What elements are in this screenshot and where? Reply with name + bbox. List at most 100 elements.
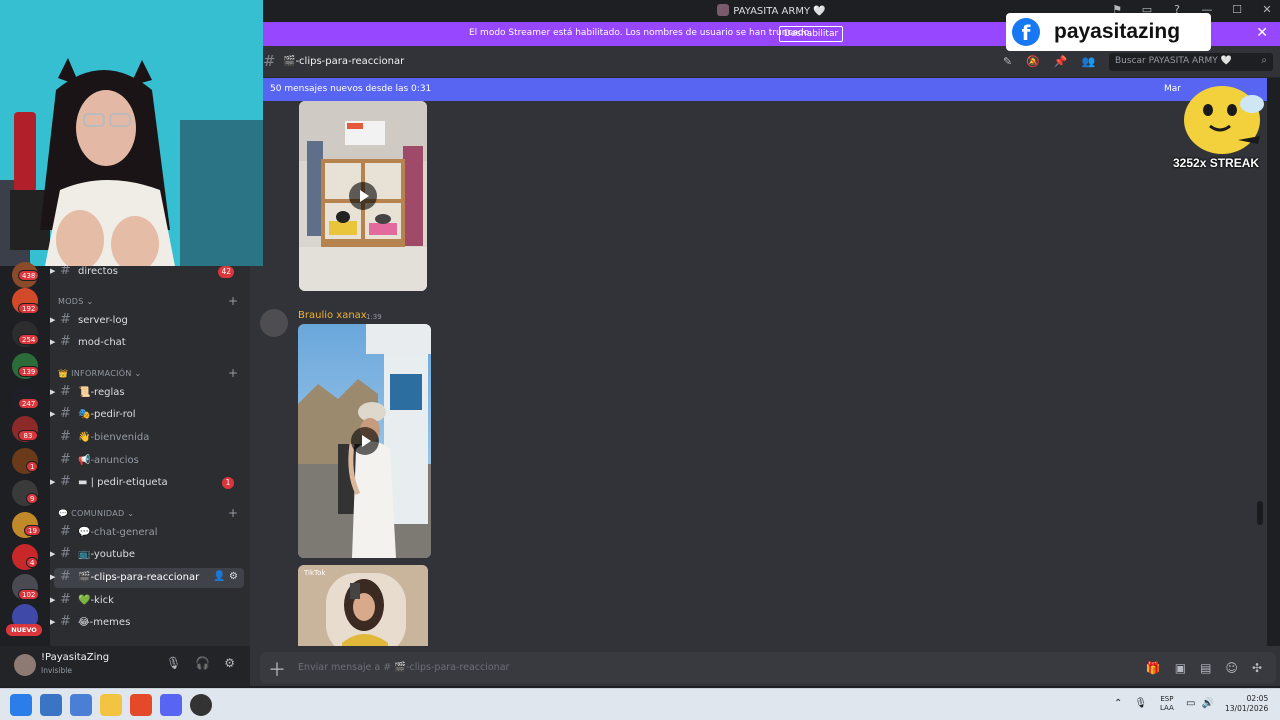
category-mods[interactable]: MODS ⌄ + [58, 294, 238, 308]
message-placeholder: Enviar mensaje a # 🎬-clips-para-reaccion… [298, 662, 510, 673]
file-explorer-icon[interactable] [100, 694, 122, 716]
server-badge: 9 [26, 493, 39, 504]
channel-item[interactable]: ▶ # 📜-reglas [50, 383, 244, 403]
facebook-icon: f [1012, 18, 1040, 46]
channel-item[interactable]: ▶ # 💚-kick [50, 591, 244, 611]
channel-item[interactable]: # 💬-chat-general [54, 523, 244, 543]
desktop-icon[interactable] [70, 694, 92, 716]
microphone-icon[interactable]: 🎙 [1134, 698, 1147, 709]
server-icon [717, 4, 730, 16]
category-community[interactable]: 💬 COMUNIDAD ⌄ + [58, 506, 238, 520]
category-info[interactable]: 👑 INFORMACIÓN ⌄ + [58, 366, 238, 380]
hash-icon: # [60, 592, 71, 607]
windows-start-icon[interactable] [10, 694, 32, 716]
pin-icon[interactable]: 📌 [1054, 55, 1068, 68]
channel-item[interactable]: ▶ # mod-chat [50, 333, 244, 353]
hash-icon: # [60, 406, 71, 421]
video-attachment[interactable] [299, 101, 427, 291]
channel-item[interactable]: ▶ # 📺-youtube [50, 545, 244, 565]
channel-label: 🎭-pedir-rol [78, 409, 136, 420]
gif-icon[interactable]: ▣ [1175, 661, 1186, 675]
channel-label: 😂-memes [78, 617, 131, 628]
facebook-handle: payasitazing [1054, 20, 1181, 43]
chevron-right-icon: ▶ [50, 478, 56, 486]
play-icon[interactable] [350, 427, 379, 455]
disable-streamer-button[interactable]: Deshabilitar [779, 26, 843, 42]
add-channel-icon[interactable]: + [228, 294, 238, 308]
channel-item[interactable]: ▶ # 😂-memes [50, 613, 244, 633]
headphones-icon[interactable]: 🎧 [195, 656, 210, 670]
avatar[interactable] [260, 309, 288, 337]
channel-item[interactable]: ▶ # server-log [50, 311, 244, 331]
chevron-right-icon: ▶ [50, 316, 56, 324]
server-badge: 102 [18, 589, 40, 600]
invite-icon[interactable]: 👤 [213, 571, 225, 582]
search-placeholder: Buscar PAYASITA ARMY 🤍 [1115, 56, 1232, 66]
chevron-up-icon[interactable]: ⌃ [1114, 698, 1122, 709]
chevron-right-icon: ▶ [50, 410, 56, 418]
streak-overlay: 3252x STREAK [1168, 80, 1274, 176]
hash-icon: # [60, 546, 71, 561]
server-badge: 1 [26, 461, 39, 472]
chevron-right-icon: ▶ [50, 338, 56, 346]
server-rail: 438 192 254 139 247 83 1 9 19 4 102 NUEV… [0, 262, 50, 646]
channel-item[interactable]: ▶ # ▬ | pedir-etiqueta 1 [50, 473, 244, 493]
chevron-right-icon: ▶ [50, 388, 56, 396]
video-attachment[interactable] [298, 324, 431, 558]
threads-icon[interactable]: ✎ [1003, 55, 1012, 68]
task-view-icon[interactable] [40, 694, 62, 716]
channel-label: 📢-anuncios [78, 455, 139, 466]
network-icon[interactable]: ▭ [1186, 698, 1195, 709]
channel-item[interactable]: # 👋-bienvenida [54, 428, 244, 448]
channel-label: mod-chat [78, 337, 126, 348]
user-status: Invisible [41, 666, 72, 675]
avatar[interactable] [14, 654, 36, 676]
maximize-button[interactable]: ☐ [1230, 3, 1244, 16]
apps-icon[interactable]: ✣ [1252, 661, 1262, 675]
gear-icon[interactable]: ⚙ [224, 656, 235, 670]
streak-label: 3252x STREAK [1173, 156, 1260, 170]
video-attachment[interactable]: TikTok [298, 565, 428, 646]
scrollbar[interactable] [1257, 501, 1263, 525]
language-indicator[interactable]: ESP LAA [1160, 695, 1174, 713]
discord-icon[interactable] [160, 694, 182, 716]
add-channel-icon[interactable]: + [228, 366, 238, 380]
language-code: ESP [1160, 695, 1174, 703]
notifications-icon[interactable]: 🔕 [1026, 55, 1040, 68]
channel-item[interactable]: # 📢-anuncios [54, 451, 244, 471]
close-window-button[interactable]: ✕ [1260, 3, 1274, 16]
close-banner-icon[interactable]: ✕ [1256, 25, 1268, 41]
brave-browser-icon[interactable] [130, 694, 152, 716]
add-channel-icon[interactable]: + [228, 506, 238, 520]
channel-label: server-log [78, 315, 128, 326]
settings-icon[interactable]: ⚙ [229, 571, 238, 582]
server-badge: 19 [24, 525, 41, 536]
add-attachment-icon[interactable]: ＋ [268, 656, 286, 682]
username[interactable]: !PayasitaZing [41, 652, 109, 663]
new-messages-bar[interactable]: 50 mensajes nuevos desde las 0:31 Mar [263, 78, 1267, 101]
server-badge: 192 [18, 303, 40, 314]
members-icon[interactable]: 👥 [1082, 55, 1096, 68]
clock-time: 02:05 [1246, 694, 1269, 703]
channel-item-selected[interactable]: ▶ # 🎬-clips-para-reaccionar 👤 ⚙ [50, 568, 244, 588]
microphone-icon[interactable]: 🎙 [166, 656, 181, 670]
channel-item[interactable]: ▶ # directos 42 [50, 266, 244, 282]
webcam-overlay [0, 0, 263, 266]
emoji-icon[interactable]: ☺ [1225, 661, 1238, 675]
volume-icon[interactable]: 🔊 [1201, 698, 1213, 709]
server-badge: 139 [18, 366, 40, 377]
hash-icon: # [60, 266, 71, 278]
search-icon: ⌕ [1261, 55, 1267, 66]
obs-icon[interactable] [190, 694, 212, 716]
message-author[interactable]: Braulio xanax [298, 310, 367, 321]
search-input[interactable]: Buscar PAYASITA ARMY 🤍 ⌕ [1109, 53, 1273, 71]
hash-icon: # [60, 384, 71, 399]
play-icon[interactable] [349, 182, 377, 210]
message-input[interactable]: ＋ Enviar mensaje a # 🎬-clips-para-reacci… [260, 652, 1276, 684]
system-clock[interactable]: 02:05 13/01/2026 [1225, 694, 1268, 714]
sticker-icon[interactable]: ▤ [1200, 661, 1211, 675]
channel-item[interactable]: ▶ # 🎭-pedir-rol [50, 405, 244, 425]
server-badge: 4 [26, 557, 39, 568]
gift-icon[interactable]: 🎁 [1146, 661, 1161, 675]
chevron-right-icon: ▶ [50, 550, 56, 558]
